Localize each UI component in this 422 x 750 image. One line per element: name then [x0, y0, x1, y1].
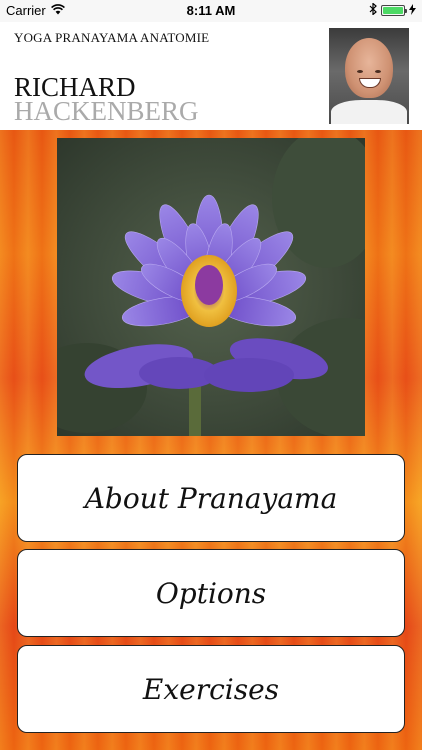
author-photo: [329, 28, 409, 124]
options-label: Options: [155, 576, 267, 610]
lotus-flower-image: [57, 138, 365, 436]
about-pranayama-button[interactable]: About Pranayama: [17, 454, 405, 542]
battery-icon: [381, 5, 407, 16]
charging-bolt-icon: [409, 3, 416, 18]
status-time: 8:11 AM: [186, 3, 236, 18]
about-pranayama-label: About Pranayama: [84, 481, 338, 515]
app-header: YOGA PRANAYAMA ANATOMIE RICHARD HACKENBE…: [0, 22, 422, 130]
battery-level: [383, 7, 403, 14]
bluetooth-icon: [369, 2, 377, 18]
photo-shirt: [331, 100, 407, 124]
exercises-button[interactable]: Exercises: [17, 645, 405, 733]
header-subtitle: YOGA PRANAYAMA ANATOMIE: [14, 30, 210, 45]
status-bar: Carrier 8:11 AM: [0, 0, 422, 22]
status-right: [369, 2, 416, 18]
photo-face: [345, 38, 393, 98]
photo-eye-left: [357, 70, 363, 73]
options-button[interactable]: Options: [17, 549, 405, 637]
exercises-label: Exercises: [142, 672, 280, 706]
photo-eye-right: [375, 70, 381, 73]
author-last-name: HACKENBERG: [14, 96, 199, 126]
